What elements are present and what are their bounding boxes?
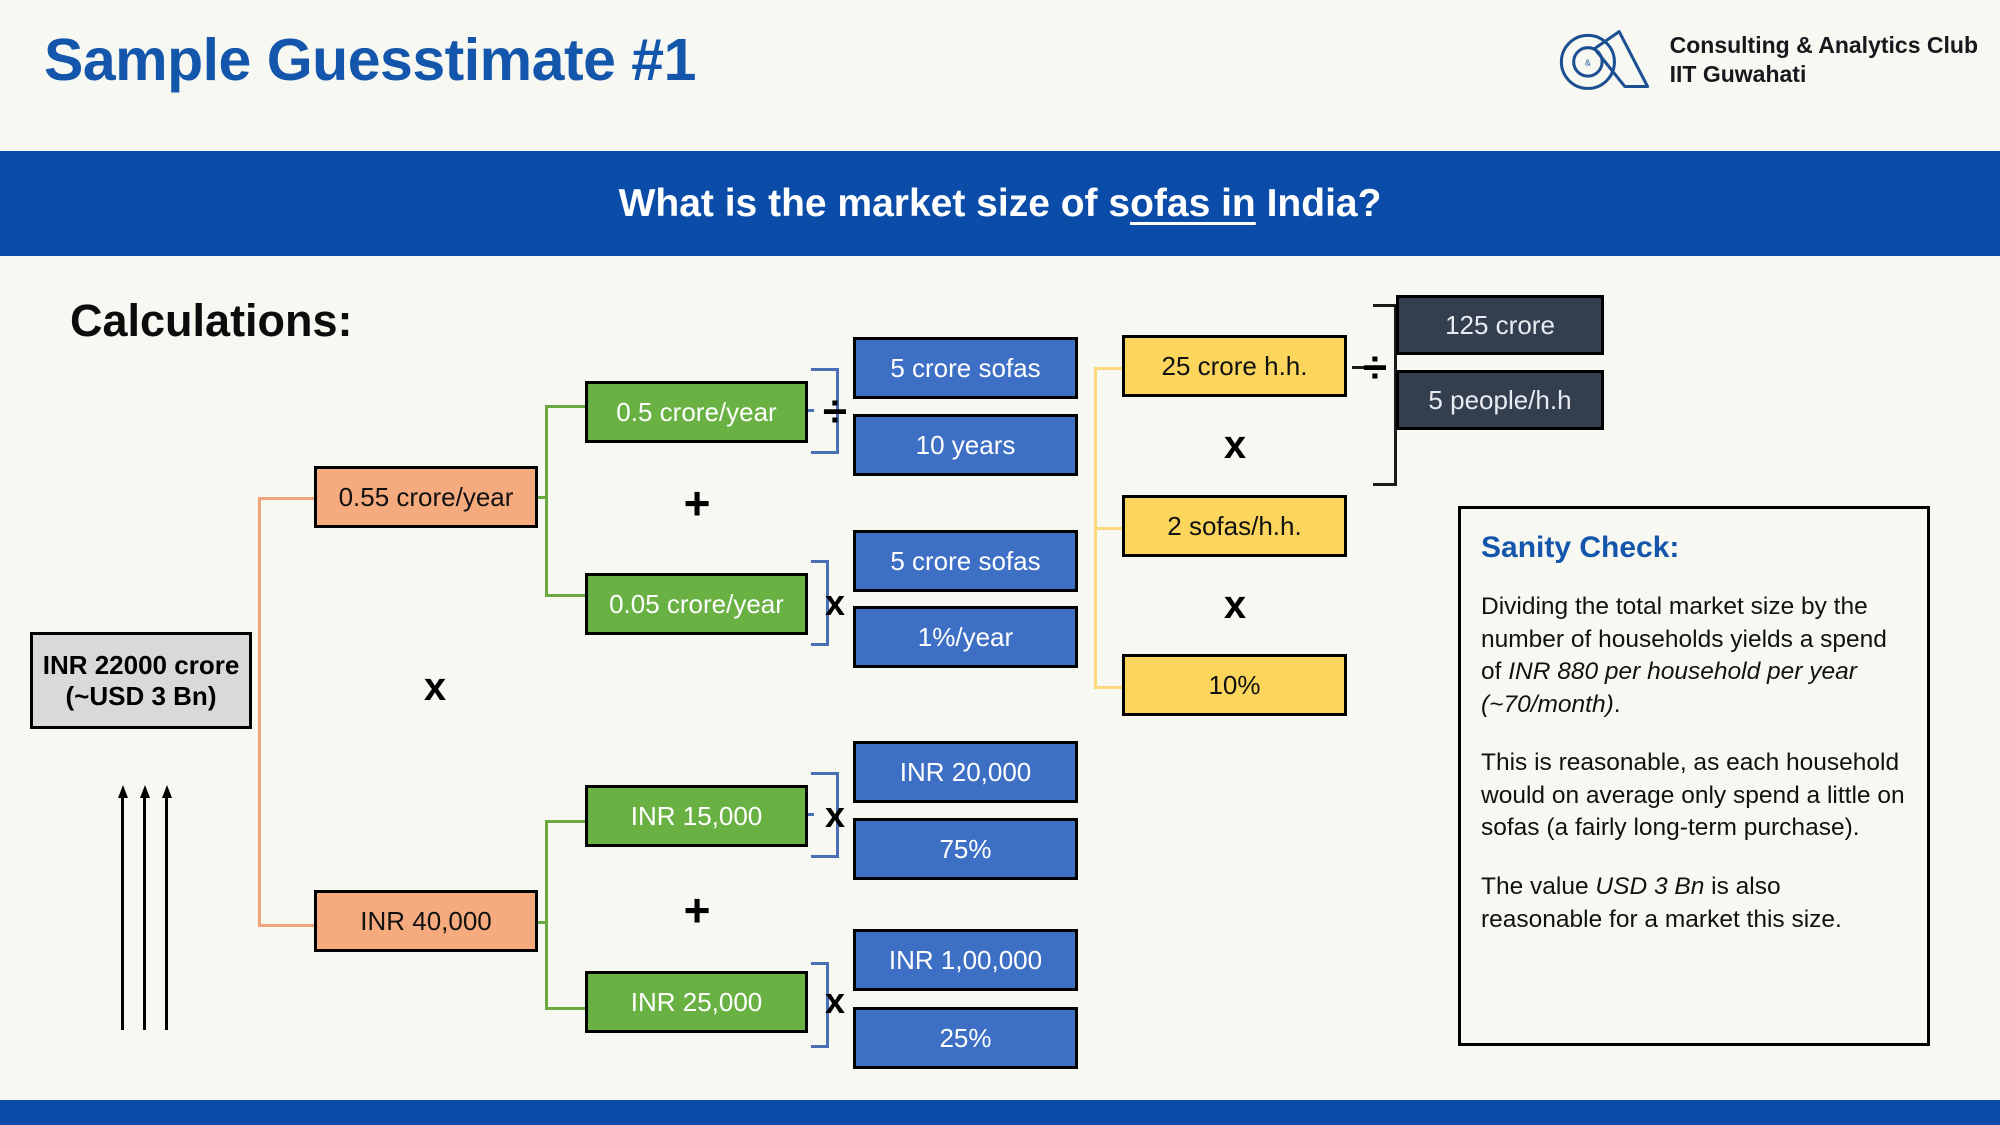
node-blue-2-label: 10 years — [915, 429, 1016, 460]
node-blue-lifetime: 10 years — [853, 414, 1078, 476]
sanity-paragraph-1: Dividing the total market size by the nu… — [1481, 591, 1907, 721]
node-yellow-2-label: 2 sofas/h.h. — [1167, 510, 1302, 541]
node-yellow-households: 25 crore h.h. — [1122, 335, 1347, 397]
sanity-p3-emphasis: USD 3 Bn — [1595, 873, 1705, 901]
node-blue-7-label: INR 1,00,000 — [888, 944, 1043, 975]
node-yellow-penetration: 10% — [1122, 654, 1347, 716]
node-blue-premium-sofa-price: INR 1,00,000 — [853, 929, 1078, 991]
bottom-accent-bar — [0, 1100, 2000, 1125]
operator-multiply-green4: x — [824, 980, 846, 1021]
brand-text: Consulting & Analytics Club IIT Guwahati — [1670, 31, 1978, 89]
operator-multiply-green2: x — [824, 582, 846, 623]
node-peach-sofas-per-year: 0.55 crore/year — [314, 466, 538, 528]
node-green-1-label: 0.5 crore/year — [616, 396, 777, 427]
connector-peach-bottom-to-greens — [545, 820, 587, 1010]
sanity-check-panel: Sanity Check: Dividing the total market … — [1458, 506, 1930, 1046]
brand-line-1: Consulting & Analytics Club — [1669, 32, 1978, 59]
node-dark-1-label: 125 crore — [1445, 309, 1555, 340]
node-green-2-label: 0.05 crore/year — [609, 588, 784, 619]
connector-total-to-peach — [258, 497, 316, 927]
question-prefix: What is the market size of s — [618, 181, 1131, 225]
operator-plus-upper: + — [683, 477, 711, 529]
brand-line-2: IIT Guwahati — [1669, 61, 1807, 87]
node-dark-population: 125 crore — [1396, 295, 1604, 355]
page-title: Sample Guesstimate #1 — [44, 27, 696, 93]
operator-plus-lower: + — [683, 884, 711, 936]
brand-lockup: & Consulting & Analytics Club IIT Guwaha… — [1556, 24, 1978, 96]
operator-multiply-yellow-1: x — [1223, 423, 1247, 467]
sanity-check-title: Sanity Check: — [1481, 531, 1680, 564]
node-total-line2: (~USD 3 Bn) — [65, 680, 217, 711]
question-suffix: India? — [1255, 181, 1382, 225]
sanity-p1-emphasis: INR 880 per household per year (~70/mont… — [1481, 658, 1857, 718]
node-blue-5-label: INR 20,000 — [899, 756, 1032, 787]
node-blue-6-label: 75% — [939, 833, 992, 864]
node-blue-8-label: 25% — [939, 1022, 992, 1053]
node-dark-people-per-hh: 5 people/h.h — [1396, 370, 1604, 430]
node-yellow-3-label: 10% — [1208, 669, 1261, 700]
node-peach-avg-price: INR 40,000 — [314, 890, 538, 952]
operator-multiply-green3: x — [824, 794, 846, 835]
node-green-replacement-sofas: 0.05 crore/year — [585, 573, 808, 635]
node-green-mass-price: INR 15,000 — [585, 785, 808, 847]
node-blue-premium-share: 25% — [853, 1007, 1078, 1069]
sanity-p1-b: . — [1613, 690, 1621, 718]
question-banner: What is the market size of sofas in Indi… — [0, 151, 2000, 256]
node-total-line1: INR 22000 crore — [42, 649, 240, 680]
sanity-paragraph-2: This is reasonable, as each household wo… — [1481, 749, 1905, 842]
node-blue-1-label: 5 crore sofas — [890, 352, 1041, 383]
node-green-3-label: INR 15,000 — [630, 800, 763, 831]
connector-peach-top-to-greens — [545, 405, 587, 597]
operator-divide-green1: ÷ — [822, 387, 848, 436]
node-blue-4-label: 1%/year — [917, 621, 1014, 652]
node-blue-replacement-rate: 1%/year — [853, 606, 1078, 668]
operator-multiply-yellow-2: x — [1223, 583, 1247, 627]
node-peach-top-label: 0.55 crore/year — [338, 481, 514, 512]
connector-yellow-mid-stub — [1094, 527, 1122, 530]
node-blue-sofas-stock-b: 5 crore sofas — [853, 530, 1078, 592]
node-blue-sofas-stock-a: 5 crore sofas — [853, 337, 1078, 399]
node-total-market-size: INR 22000 crore (~USD 3 Bn) — [30, 632, 252, 729]
node-blue-mass-share: 75% — [853, 818, 1078, 880]
connector-yellow1-to-darks — [1373, 304, 1397, 486]
node-blue-mass-sofa-price: INR 20,000 — [853, 741, 1078, 803]
operator-multiply-main: x — [423, 665, 447, 709]
question-text: What is the market size of sofas in Indi… — [619, 182, 1382, 226]
ca-monogram-logo: & — [1559, 30, 1649, 90]
operator-divide-households: ÷ — [1362, 343, 1388, 392]
node-green-new-sofas: 0.5 crore/year — [585, 381, 808, 443]
node-dark-2-label: 5 people/h.h — [1428, 384, 1572, 415]
node-yellow-sofas-per-hh: 2 sofas/h.h. — [1122, 495, 1347, 557]
svg-text:&: & — [1585, 58, 1591, 68]
sanity-paragraph-3: The value USD 3 Bn is also reasonable fo… — [1481, 871, 1907, 936]
node-peach-bottom-label: INR 40,000 — [360, 905, 492, 936]
sanity-p3-a: The value — [1481, 873, 1596, 901]
slide-canvas: Sample Guesstimate #1 & Consulting & Ana… — [0, 0, 2000, 1125]
node-blue-3-label: 5 crore sofas — [890, 545, 1041, 576]
calculations-heading: Calculations: — [70, 295, 353, 346]
question-underlined: ofas in — [1130, 181, 1256, 225]
upward-arrows-group — [118, 785, 178, 1030]
node-green-4-label: INR 25,000 — [630, 986, 763, 1017]
node-green-premium-price: INR 25,000 — [585, 971, 808, 1033]
node-yellow-1-label: 25 crore h.h. — [1161, 350, 1308, 381]
